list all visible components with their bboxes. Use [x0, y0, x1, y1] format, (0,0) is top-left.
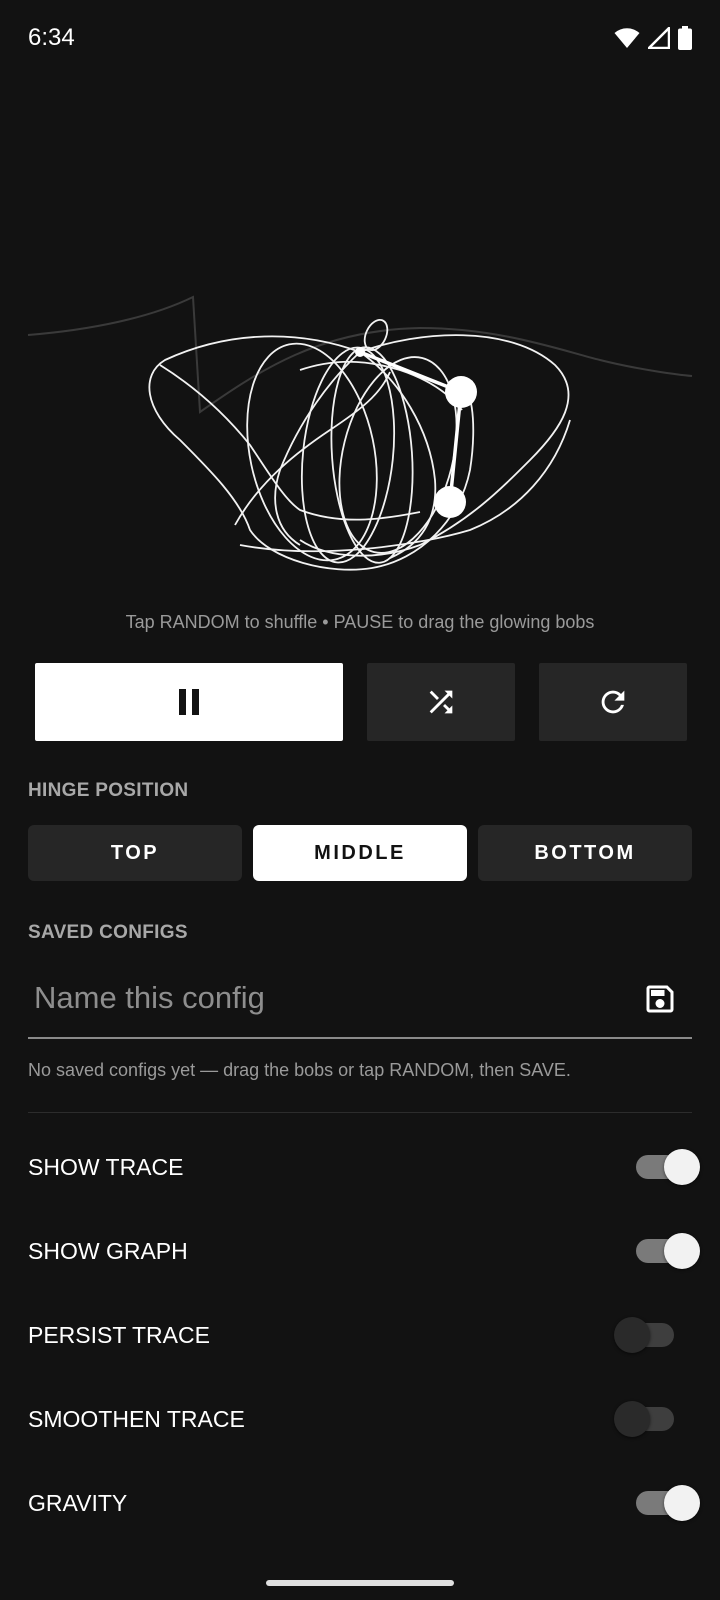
status-time: 6:34	[28, 24, 75, 51]
toggle-label: SHOW GRAPH	[28, 1237, 188, 1264]
hinge-option-top[interactable]: TOP	[28, 825, 242, 881]
toggle-label: GRAVITY	[28, 1489, 128, 1516]
pendulum-hinge	[355, 347, 365, 357]
battery-icon	[678, 26, 692, 50]
status-icons	[614, 26, 692, 50]
toggle-row-persist-trace: PERSIST TRACE	[28, 1305, 692, 1365]
toggle-label: SMOOTHEN TRACE	[28, 1405, 245, 1432]
save-icon[interactable]	[642, 981, 678, 1017]
pendulum-bob-lower[interactable]	[434, 486, 466, 518]
random-button[interactable]	[367, 663, 515, 741]
gravity-switch[interactable]	[634, 1485, 700, 1521]
show-graph-switch[interactable]	[634, 1233, 700, 1269]
pendulum-bob-upper[interactable]	[445, 376, 477, 408]
reset-button[interactable]	[539, 663, 687, 741]
pause-icon	[179, 689, 199, 715]
hint-text: Tap RANDOM to shuffle • PAUSE to drag th…	[125, 612, 595, 632]
hinge-section-label: HINGE POSITION	[28, 780, 189, 801]
signal-icon	[648, 27, 670, 49]
toggle-row-show-trace: SHOW TRACE	[28, 1137, 700, 1197]
divider	[28, 1112, 692, 1113]
wifi-icon	[614, 28, 640, 48]
pause-button[interactable]	[35, 663, 343, 741]
saved-section-label: SAVED CONFIGS	[28, 922, 188, 943]
hinge-option-bottom[interactable]: BOTTOM	[478, 825, 692, 881]
smoothen-trace-switch[interactable]	[614, 1401, 676, 1437]
persist-trace-switch[interactable]	[614, 1317, 676, 1353]
pendulum-canvas[interactable]	[0, 280, 720, 590]
config-name-input[interactable]	[32, 969, 616, 1027]
refresh-icon	[601, 690, 625, 714]
home-indicator[interactable]	[266, 1580, 454, 1586]
empty-configs-message: No saved configs yet — drag the bobs or …	[28, 1060, 571, 1080]
shuffle-icon	[429, 690, 453, 714]
toggle-label: PERSIST TRACE	[28, 1321, 210, 1348]
config-name-field	[28, 965, 692, 1039]
show-trace-switch[interactable]	[634, 1149, 700, 1185]
toggle-row-show-graph: SHOW GRAPH	[28, 1221, 700, 1281]
hinge-option-middle[interactable]: MIDDLE	[253, 825, 467, 881]
toggle-label: SHOW TRACE	[28, 1153, 184, 1180]
toggle-row-gravity: GRAVITY	[28, 1473, 700, 1533]
toggle-row-smoothen-trace: SMOOTHEN TRACE	[28, 1389, 692, 1449]
